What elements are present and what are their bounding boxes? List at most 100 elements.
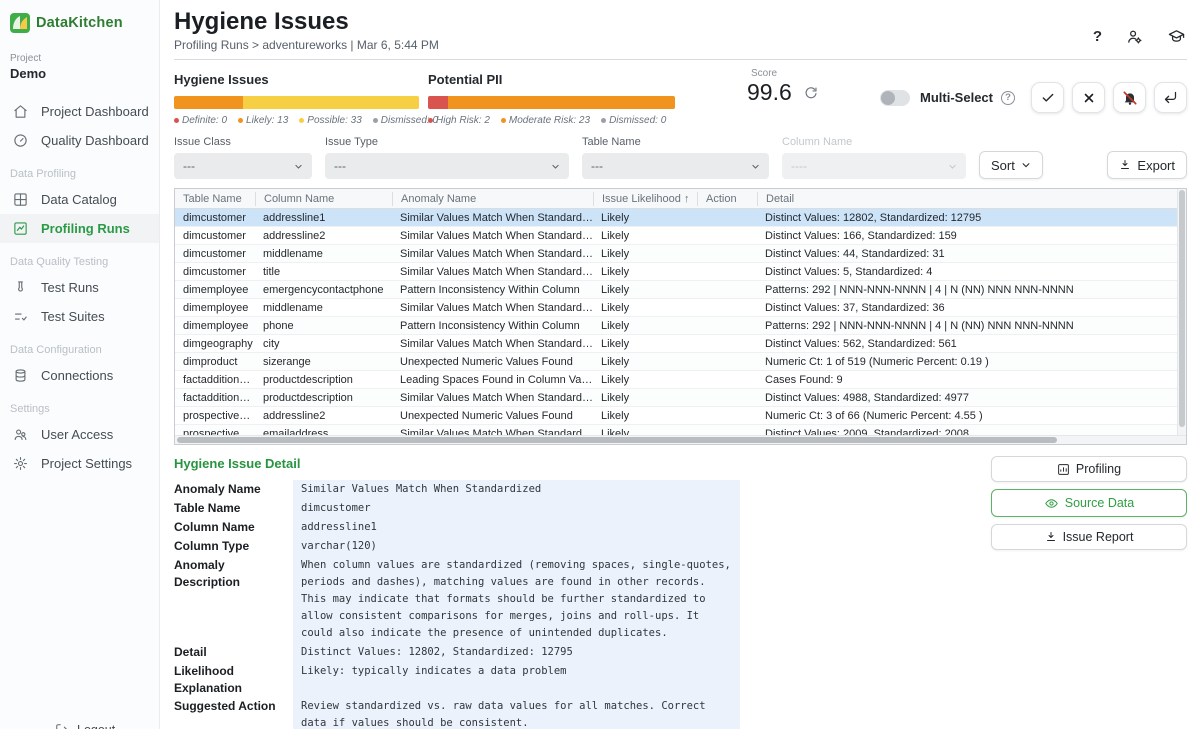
restore-button[interactable]	[1154, 82, 1187, 113]
export-button[interactable]: Export	[1107, 151, 1187, 179]
legend-dot	[174, 118, 179, 123]
table-row[interactable]: dimproduct sizerange Unexpected Numeric …	[175, 353, 1186, 371]
sidebar-item-quality-dashboard[interactable]: Quality Dashboard	[0, 126, 159, 155]
refresh-icon[interactable]	[804, 86, 818, 100]
sidebar-item-test-runs[interactable]: Test Runs	[0, 273, 159, 302]
nav-label: Test Runs	[41, 280, 99, 295]
cell-column-name: middlename	[255, 248, 392, 260]
filter-issue-type: Issue Type ---	[325, 136, 569, 179]
issue-report-button[interactable]: Issue Report	[991, 524, 1187, 550]
cell-anomaly-name: Similar Values Match When Standardized	[392, 302, 593, 314]
nav-label: Quality Dashboard	[41, 133, 149, 148]
sort-label: Sort	[991, 158, 1015, 173]
table-row[interactable]: dimcustomer addressline2 Similar Values …	[175, 227, 1186, 245]
legend-dot	[373, 118, 378, 123]
sort-button[interactable]: Sort	[979, 151, 1043, 179]
logout-icon	[55, 723, 69, 729]
bar-segment	[428, 96, 448, 109]
gear-icon	[13, 456, 28, 471]
multi-select-label: Multi-Select	[920, 90, 993, 105]
table-row[interactable]: prospectivebuyer emailaddress Similar Va…	[175, 425, 1186, 435]
table-name-select[interactable]: ---	[582, 153, 769, 179]
check-icon	[1041, 91, 1055, 105]
issue-class-select[interactable]: ---	[174, 153, 312, 179]
logout-button[interactable]: Logout	[55, 723, 115, 729]
table-row[interactable]: dimcustomer title Similar Values Match W…	[175, 263, 1186, 281]
table-row[interactable]: dimemployee middlename Similar Values Ma…	[175, 299, 1186, 317]
acknowledge-button[interactable]	[1031, 82, 1064, 113]
vertical-scrollbar[interactable]	[1177, 189, 1186, 444]
detail-field-value: When column values are standardized (rem…	[293, 556, 740, 643]
column-name-select: ----	[782, 153, 966, 179]
graduation-cap-icon[interactable]	[1167, 28, 1186, 45]
sidebar-section-settings: Settings	[0, 393, 159, 420]
detail-field-row: Detail Distinct Values: 12802, Standardi…	[174, 643, 982, 662]
detail-fields: Anomaly Name Similar Values Match When S…	[174, 480, 982, 729]
cell-column-name: productdescription	[255, 374, 392, 386]
filter-label: Issue Type	[325, 136, 569, 148]
column-header-column-name[interactable]: Column Name	[255, 192, 392, 206]
legend-label: High Risk: 2	[436, 115, 490, 126]
detail-field-label: Column Name	[174, 518, 293, 537]
user-admin-icon[interactable]	[1126, 28, 1143, 45]
cell-column-name: addressline1	[255, 212, 392, 224]
nav-label: Connections	[41, 368, 113, 383]
horizontal-scrollbar[interactable]	[175, 435, 1186, 444]
detail-field-label: Anomaly Description	[174, 556, 293, 643]
table-row[interactable]: prospectivebuyer addressline2 Unexpected…	[175, 407, 1186, 425]
legend-item: Possible: 33	[299, 115, 361, 126]
eye-icon	[1044, 497, 1059, 510]
users-icon	[13, 427, 28, 442]
table-row[interactable]: factadditionalint... productdescription …	[175, 389, 1186, 407]
sidebar-item-user-access[interactable]: User Access	[0, 420, 159, 449]
table-header: Table Name Column Name Anomaly Name Issu…	[175, 189, 1186, 209]
cell-table-name: factadditionalint...	[175, 374, 255, 386]
dismiss-button[interactable]	[1072, 82, 1105, 113]
column-header-action[interactable]: Action	[697, 192, 757, 206]
sidebar-item-connections[interactable]: Connections	[0, 361, 159, 390]
sidebar-item-project-dashboard[interactable]: Project Dashboard	[0, 97, 159, 126]
pii-bar-title: Potential PII	[428, 72, 675, 87]
table-row[interactable]: factadditionalint... productdescription …	[175, 371, 1186, 389]
multi-select-toggle[interactable]	[880, 90, 910, 106]
table-row[interactable]: dimemployee emergencycontactphone Patter…	[175, 281, 1186, 299]
cell-detail: Patterns: 292 | NNN-NNN-NNNN | 4 | N (NN…	[757, 320, 1186, 332]
horizontal-scrollbar-thumb[interactable]	[177, 437, 1057, 443]
cell-detail: Cases Found: 9	[757, 374, 1186, 386]
source-data-button[interactable]: Source Data	[991, 489, 1187, 517]
mute-button[interactable]	[1113, 82, 1146, 113]
table-row[interactable]: dimcustomer middlename Similar Values Ma…	[175, 245, 1186, 263]
sidebar-item-data-catalog[interactable]: Data Catalog	[0, 185, 159, 214]
cell-likelihood: Likely	[593, 302, 697, 314]
cell-anomaly-name: Unexpected Numeric Values Found	[392, 356, 593, 368]
vertical-scrollbar-thumb[interactable]	[1179, 190, 1185, 427]
chevron-down-icon	[551, 162, 560, 171]
bar-segment	[448, 96, 675, 109]
gauge-icon	[13, 133, 28, 148]
sidebar-item-profiling-runs[interactable]: Profiling Runs	[0, 214, 159, 243]
column-header-issue-likelihood[interactable]: Issue Likelihood ↑	[593, 192, 697, 206]
breadcrumb[interactable]: Profiling Runs > adventureworks | Mar 6,…	[174, 38, 1187, 52]
pii-progress-bar[interactable]	[428, 96, 675, 109]
table-row[interactable]: dimemployee phone Pattern Inconsistency …	[175, 317, 1186, 335]
cell-column-name: emailaddress	[255, 428, 392, 436]
sidebar-item-test-suites[interactable]: Test Suites	[0, 302, 159, 331]
multi-select-help-icon[interactable]: ?	[1001, 91, 1015, 105]
column-header-anomaly-name[interactable]: Anomaly Name	[392, 192, 593, 206]
help-icon[interactable]: ?	[1093, 28, 1102, 45]
pii-summary: Potential PII High Risk: 2Moderate Risk:…	[428, 66, 675, 126]
profiling-button[interactable]: Profiling	[991, 456, 1187, 482]
table-row[interactable]: dimcustomer addressline1 Similar Values …	[175, 209, 1186, 227]
cell-column-name: phone	[255, 320, 392, 332]
cell-column-name: addressline2	[255, 410, 392, 422]
cell-detail: Distinct Values: 166, Standardized: 159	[757, 230, 1186, 242]
cell-anomaly-name: Similar Values Match When Standardized	[392, 248, 593, 260]
table-row[interactable]: dimgeography city Similar Values Match W…	[175, 335, 1186, 353]
cell-table-name: dimcustomer	[175, 230, 255, 242]
hygiene-progress-bar[interactable]	[174, 96, 419, 109]
column-header-table-name[interactable]: Table Name	[175, 192, 255, 206]
pii-legend: High Risk: 2Moderate Risk: 23Dismissed: …	[428, 115, 675, 126]
sidebar-item-project-settings[interactable]: Project Settings	[0, 449, 159, 478]
column-header-detail[interactable]: Detail	[757, 192, 1186, 206]
issue-type-select[interactable]: ---	[325, 153, 569, 179]
